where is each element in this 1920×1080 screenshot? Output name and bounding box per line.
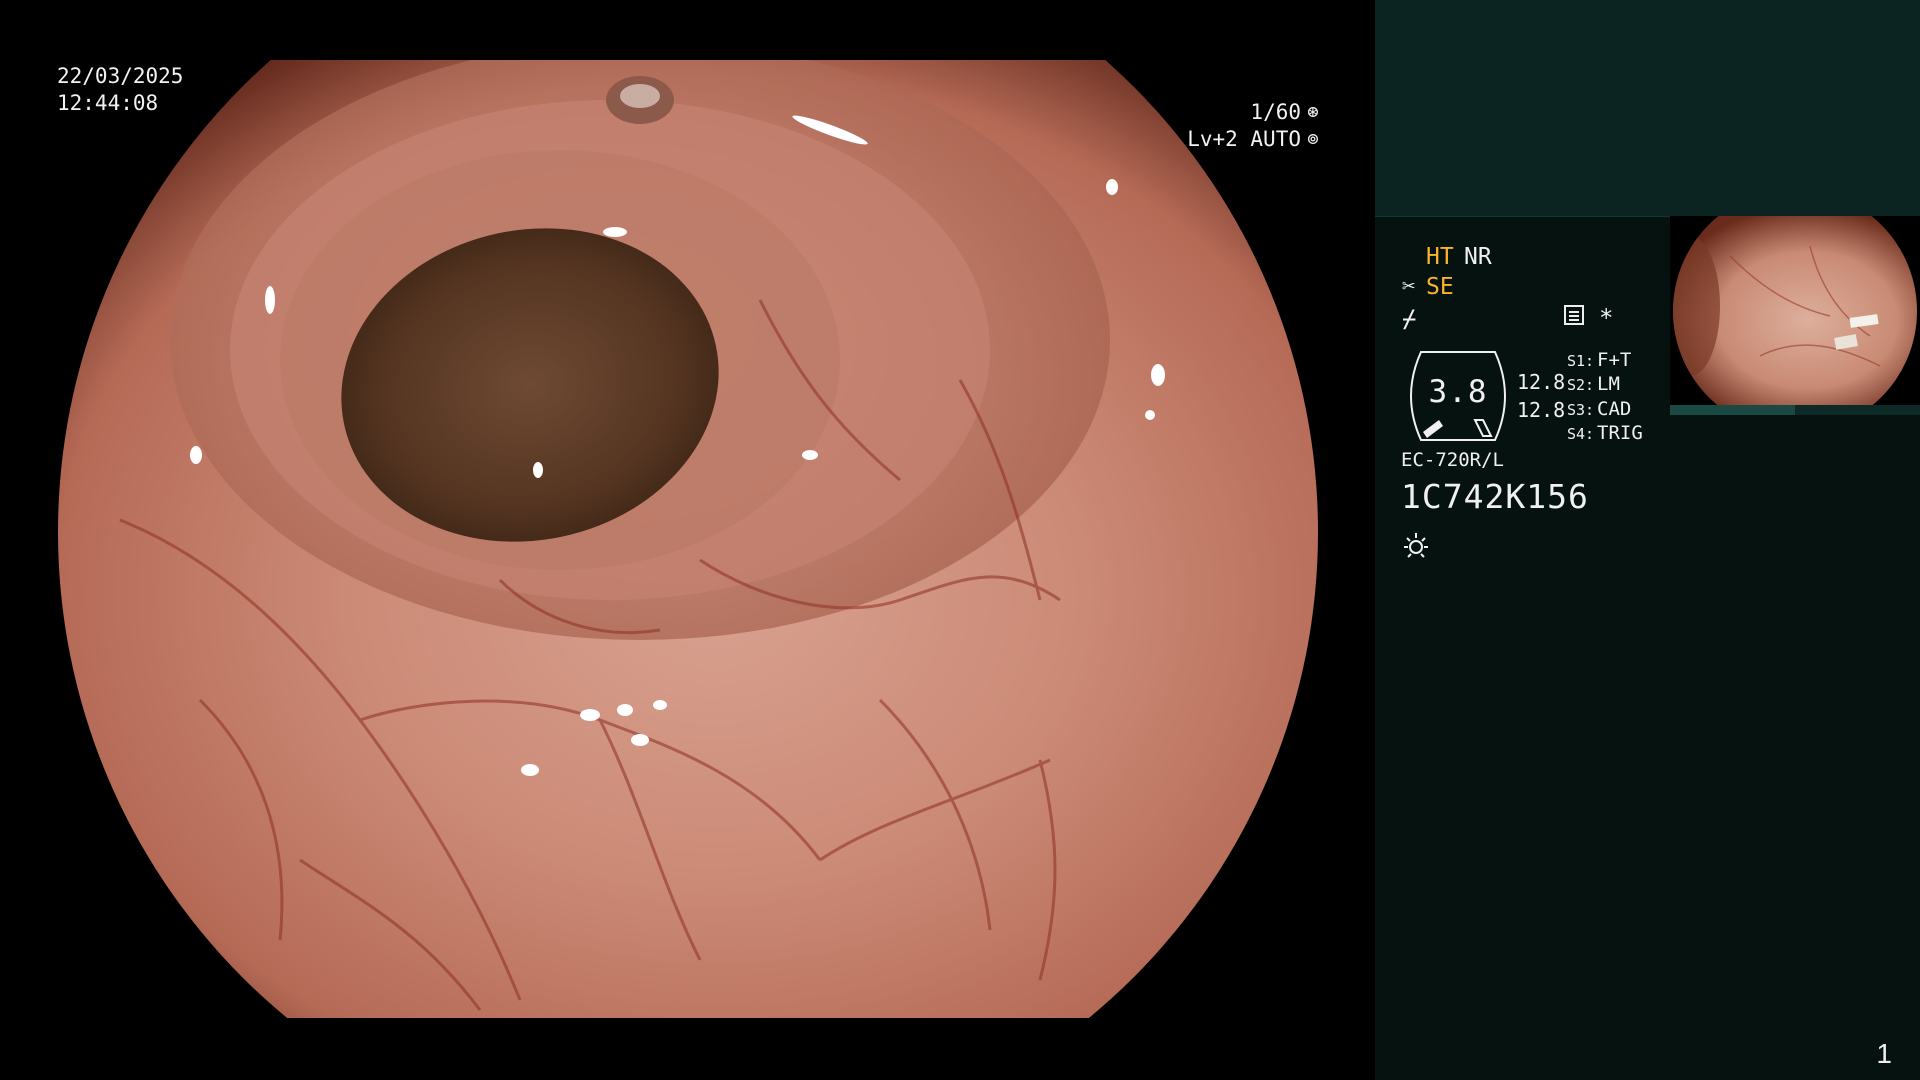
- datetime-overlay: 22/03/2025 12:44:08: [57, 63, 183, 117]
- auto-exposure-icon: ⊚: [1307, 128, 1319, 150]
- light-icon: [1404, 533, 1428, 558]
- date-label: 22/03/2025: [57, 64, 184, 88]
- panel-header: [1375, 0, 1920, 217]
- star-icon: *: [1599, 304, 1614, 332]
- captured-frame-thumbnail[interactable]: [1670, 216, 1920, 415]
- scope-button-value: LM: [1597, 373, 1620, 395]
- status-panel: HT NR ✂ SE ⌿ * 3.8 12.8 12.8 S1: F+T S2:…: [1375, 0, 1920, 1080]
- exposure-row: Lv+2 AUTO ⊚: [1187, 126, 1323, 153]
- thumbnail-status-fill: [1670, 405, 1795, 415]
- exposure-mode-label: Lv+2 AUTO: [1187, 127, 1301, 151]
- thumbnail-status-bar: [1670, 405, 1920, 415]
- scope-button-key: S2:: [1567, 376, 1595, 394]
- endoscopic-image: [58, 60, 1318, 1018]
- scope-button-s1: S1: F+T: [1567, 349, 1631, 371]
- exposure-overlay: 1/60 ⊛ Lv+2 AUTO ⊚: [1187, 99, 1323, 153]
- zoom-label-top: 12.8: [1517, 370, 1566, 394]
- scissors-icon: ✂: [1402, 274, 1416, 299]
- shutter-row: 1/60 ⊛: [1187, 99, 1323, 126]
- aperture-icon: ⊛: [1307, 101, 1319, 123]
- scope-button-value: F+T: [1597, 349, 1632, 371]
- scope-button-value: TRIG: [1597, 422, 1643, 444]
- scope-button-key: S3:: [1567, 401, 1595, 419]
- filter-icon: ⌿: [1402, 305, 1417, 333]
- scope-button-s4: S4: TRIG: [1567, 422, 1643, 444]
- page-number: 1: [1876, 1038, 1892, 1069]
- shutter-speed-label: 1/60: [1250, 100, 1301, 124]
- zoom-value: 3.8: [1428, 374, 1488, 410]
- scope-button-s3: S3: CAD: [1567, 398, 1631, 420]
- scope-model-label: EC-720R/L: [1401, 449, 1504, 471]
- scope-button-value: CAD: [1597, 398, 1632, 420]
- scope-button-s2: S2: LM: [1567, 373, 1620, 395]
- endoscope-view: 22/03/2025 12:44:08 1/60 ⊛ Lv+2 AUTO ⊚: [0, 0, 1375, 1080]
- nr-mode-indicator: NR: [1464, 244, 1492, 270]
- scope-button-key: S4:: [1567, 425, 1595, 443]
- ht-mode-indicator: HT: [1426, 244, 1454, 270]
- thumbnail-image: [1673, 216, 1917, 405]
- memo-icon: [1564, 305, 1584, 325]
- scope-button-key: S1:: [1567, 352, 1595, 370]
- se-mode-indicator: SE: [1426, 274, 1454, 300]
- time-label: 12:44:08: [57, 91, 159, 115]
- zoom-label-bottom: 12.8: [1517, 398, 1566, 422]
- scope-serial-label: 1C742K156: [1401, 477, 1589, 516]
